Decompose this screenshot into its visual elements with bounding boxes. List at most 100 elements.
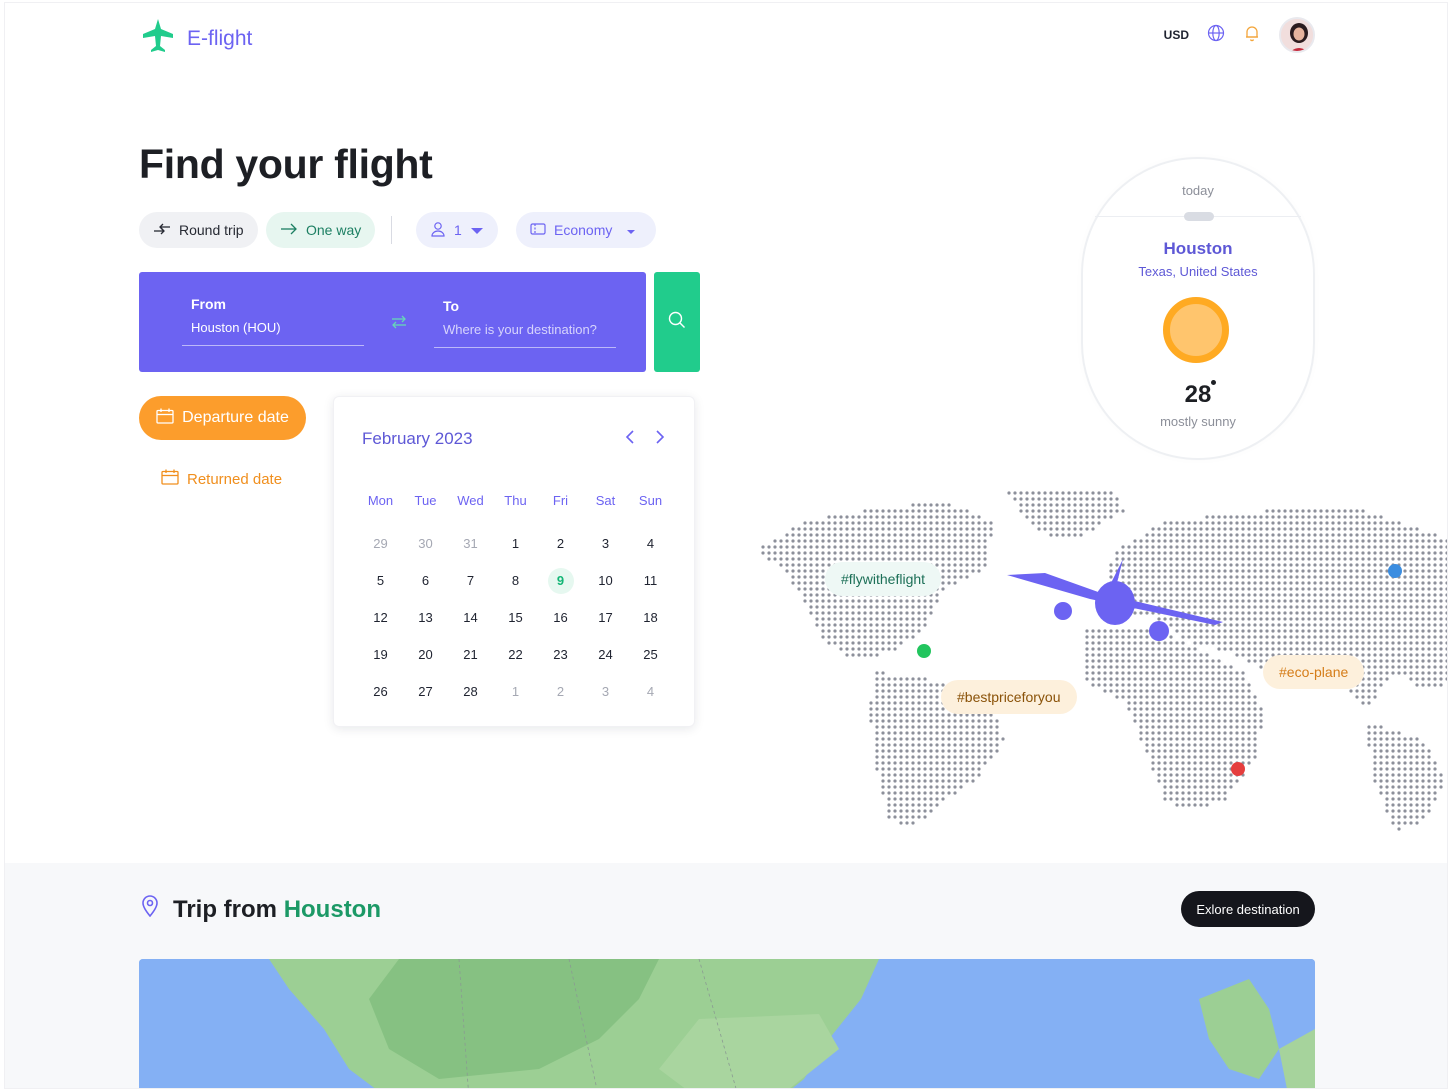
- logo[interactable]: E-flight: [139, 17, 252, 60]
- map-dot: [1361, 539, 1365, 543]
- calendar-day[interactable]: 1: [493, 525, 538, 562]
- map-dot: [1325, 617, 1329, 621]
- map-dot: [881, 677, 885, 681]
- bell-icon[interactable]: [1243, 24, 1261, 47]
- map-dot: [1145, 551, 1149, 555]
- marker-red[interactable]: [1231, 762, 1245, 776]
- calendar-day[interactable]: 11: [628, 562, 673, 599]
- map-dot: [1181, 743, 1185, 747]
- calendar-day[interactable]: 7: [448, 562, 493, 599]
- map-dot: [1319, 593, 1323, 597]
- map-dot: [1307, 611, 1311, 615]
- explore-destination-button[interactable]: Exlore destination: [1181, 891, 1315, 927]
- hashtag-bestpriceforyou[interactable]: #bestpriceforyou: [941, 680, 1077, 714]
- calendar-day[interactable]: 25: [628, 636, 673, 673]
- marker-green[interactable]: [917, 644, 931, 658]
- cabin-class-selector[interactable]: Economy: [516, 212, 657, 248]
- calendar-day[interactable]: 29: [358, 525, 403, 562]
- hashtag-eco-plane[interactable]: #eco-plane: [1263, 655, 1365, 689]
- map-dot: [1439, 599, 1443, 603]
- map-dot: [1295, 593, 1299, 597]
- map-dot: [1115, 497, 1119, 501]
- map-dot: [977, 545, 981, 549]
- passenger-selector[interactable]: 1: [416, 212, 498, 248]
- map-dot: [1187, 779, 1191, 783]
- calendar-day[interactable]: 31: [448, 525, 493, 562]
- map-dot: [881, 773, 885, 777]
- map-dot: [893, 641, 897, 645]
- map-dot: [1301, 587, 1305, 591]
- map-dot: [1379, 545, 1383, 549]
- hashtag-flywitheflight[interactable]: #flywitheflight: [825, 562, 942, 596]
- map-dot: [1097, 683, 1101, 687]
- calendar-day[interactable]: 28: [448, 673, 493, 710]
- calendar-day[interactable]: 4: [628, 673, 673, 710]
- search-button[interactable]: [654, 272, 700, 372]
- calendar-day[interactable]: 2: [538, 673, 583, 710]
- calendar-day[interactable]: 10: [583, 562, 628, 599]
- currency-selector[interactable]: USD: [1164, 28, 1189, 42]
- calendar-day[interactable]: 3: [583, 525, 628, 562]
- map-dot: [1283, 509, 1287, 513]
- calendar-day[interactable]: 13: [403, 599, 448, 636]
- map-dot: [983, 725, 987, 729]
- one-way-button[interactable]: One way: [266, 212, 376, 248]
- map-dot: [1025, 491, 1029, 495]
- destination-input[interactable]: Where is your destination?: [443, 322, 607, 337]
- to-field[interactable]: To Where is your destination?: [434, 298, 616, 348]
- calendar-day[interactable]: 6: [403, 562, 448, 599]
- globe-icon[interactable]: [1207, 24, 1225, 47]
- user-avatar[interactable]: [1279, 17, 1315, 53]
- map-dot: [1445, 605, 1447, 609]
- calendar-day[interactable]: 15: [493, 599, 538, 636]
- chevron-left-icon[interactable]: [624, 429, 636, 450]
- from-input[interactable]: Houston (HOU): [191, 320, 355, 335]
- calendar-day[interactable]: 8: [493, 562, 538, 599]
- calendar-day[interactable]: 22: [493, 636, 538, 673]
- map-dot: [1259, 533, 1263, 537]
- calendar-day-number: 1: [511, 536, 520, 551]
- return-date-button[interactable]: Returned date: [161, 469, 282, 489]
- calendar-day[interactable]: 3: [583, 673, 628, 710]
- round-trip-button[interactable]: Round trip: [139, 212, 258, 248]
- map-dot: [1433, 779, 1437, 783]
- map-dot: [875, 533, 879, 537]
- calendar-day[interactable]: 26: [358, 673, 403, 710]
- swap-icon[interactable]: [389, 312, 409, 337]
- map-dot: [923, 779, 927, 783]
- map-dot: [1349, 635, 1353, 639]
- calendar-day[interactable]: 17: [583, 599, 628, 636]
- map-dot: [1223, 677, 1227, 681]
- map-dot: [941, 779, 945, 783]
- map-dot: [1157, 725, 1161, 729]
- map-dot: [911, 821, 915, 825]
- from-field[interactable]: From Houston (HOU): [182, 296, 364, 346]
- map-dot: [1403, 647, 1407, 651]
- departure-date-button[interactable]: Departure date: [139, 396, 306, 440]
- calendar-day[interactable]: 12: [358, 599, 403, 636]
- map-dot: [1235, 653, 1239, 657]
- calendar-day[interactable]: 16: [538, 599, 583, 636]
- map-dot: [1289, 599, 1293, 603]
- map-dot: [1409, 803, 1413, 807]
- calendar-day[interactable]: 4: [628, 525, 673, 562]
- calendar-day[interactable]: 2: [538, 525, 583, 562]
- map-dot: [1433, 761, 1437, 765]
- marker-blue[interactable]: [1388, 564, 1402, 578]
- calendar-day[interactable]: 5: [358, 562, 403, 599]
- calendar-day[interactable]: 14: [448, 599, 493, 636]
- calendar-day[interactable]: 20: [403, 636, 448, 673]
- calendar-day[interactable]: 27: [403, 673, 448, 710]
- calendar-day[interactable]: 19: [358, 636, 403, 673]
- calendar-day[interactable]: 23: [538, 636, 583, 673]
- destination-map[interactable]: [139, 959, 1315, 1088]
- map-dot: [1187, 755, 1191, 759]
- calendar-day[interactable]: 21: [448, 636, 493, 673]
- calendar-day-selected[interactable]: 9: [538, 562, 583, 599]
- calendar-day[interactable]: 30: [403, 525, 448, 562]
- calendar-day[interactable]: 1: [493, 673, 538, 710]
- calendar-day[interactable]: 24: [583, 636, 628, 673]
- drag-handle[interactable]: [1184, 212, 1214, 221]
- chevron-right-icon[interactable]: [654, 429, 666, 450]
- calendar-day[interactable]: 18: [628, 599, 673, 636]
